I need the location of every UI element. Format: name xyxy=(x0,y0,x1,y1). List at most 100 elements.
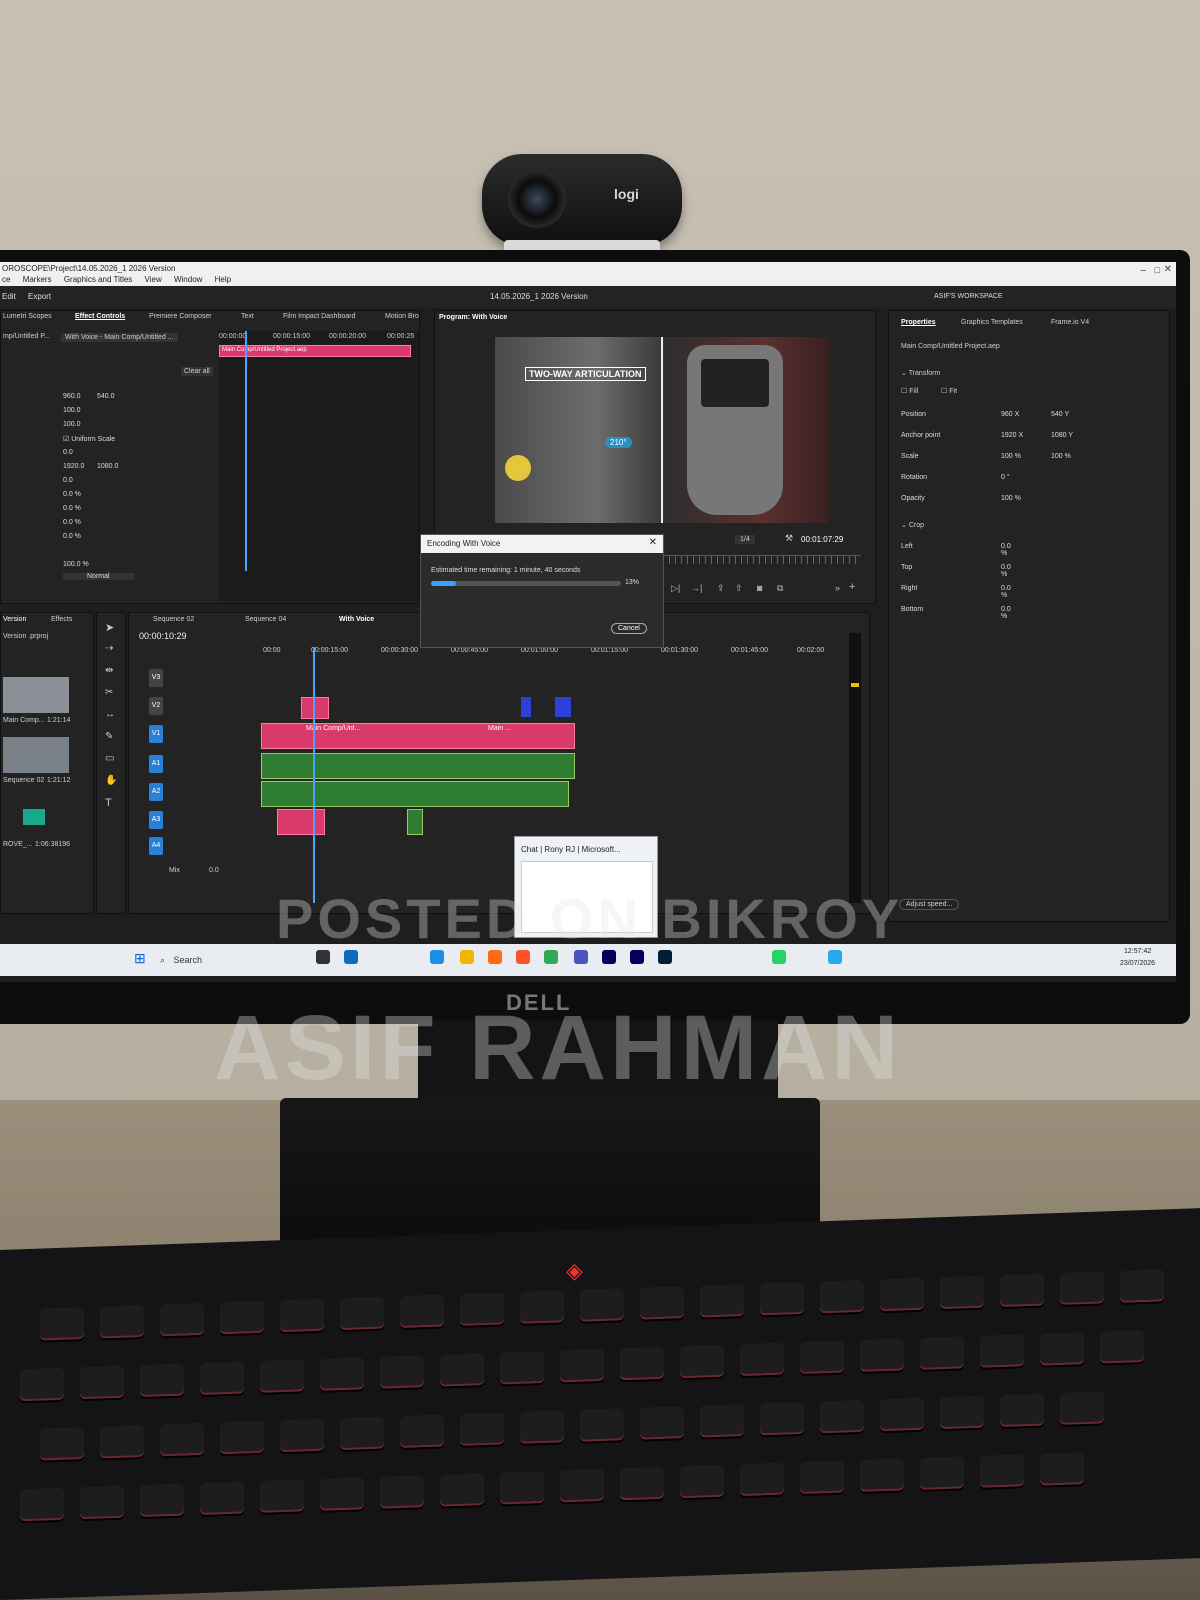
keyboard-key[interactable] xyxy=(580,1288,624,1322)
keyboard-key[interactable] xyxy=(340,1296,384,1331)
clip-a2[interactable] xyxy=(261,781,569,807)
tab-motion-bro[interactable]: Motion Bro xyxy=(385,313,419,320)
keyboard-key[interactable] xyxy=(500,1471,544,1505)
track-mix[interactable]: Mix xyxy=(169,867,180,874)
keyboard-key[interactable] xyxy=(200,1481,244,1516)
keyboard-key[interactable] xyxy=(880,1277,924,1312)
keyboard-key[interactable] xyxy=(820,1279,864,1314)
keyboard-key[interactable] xyxy=(860,1338,904,1372)
type-tool-icon[interactable]: T xyxy=(105,797,112,809)
clip-v2-2[interactable] xyxy=(521,697,531,717)
selection-tool-icon[interactable]: ➤ xyxy=(105,621,114,634)
keyboard-key[interactable] xyxy=(280,1418,324,1453)
project-thumb-1[interactable] xyxy=(3,677,69,713)
ec-clip-bar[interactable]: Main Comp/Untitled Project.aep xyxy=(219,345,411,357)
ec-value-pos-y[interactable]: 540.0 xyxy=(97,393,115,400)
keyboard-key[interactable] xyxy=(380,1475,424,1509)
keyboard-key[interactable] xyxy=(640,1406,684,1440)
keyboard-key[interactable] xyxy=(440,1473,484,1507)
keyboard-key[interactable] xyxy=(620,1466,664,1501)
add-button-icon[interactable]: + xyxy=(849,581,855,593)
tab-export[interactable]: Export xyxy=(28,292,51,301)
ripple-edit-icon[interactable]: ⇹ xyxy=(105,665,113,676)
row-value-1[interactable]: 100 % xyxy=(1001,495,1021,502)
project-item-3-name[interactable]: ROVE_... xyxy=(3,841,33,848)
workspace-label[interactable]: ASIF'S WORKSPACE xyxy=(934,293,1003,300)
keyboard-key[interactable] xyxy=(620,1346,664,1381)
keyboard-key[interactable] xyxy=(220,1300,264,1335)
ec-playhead[interactable] xyxy=(245,331,247,571)
sequence-clip[interactable]: With Voice - Main Comp/Untitled ... xyxy=(61,333,178,342)
keyboard-key[interactable] xyxy=(160,1302,204,1337)
keyboard-key[interactable] xyxy=(340,1416,384,1451)
keyboard-key[interactable] xyxy=(80,1365,124,1400)
track-a3[interactable]: A3 xyxy=(149,811,163,829)
after-effects-icon[interactable] xyxy=(630,950,644,964)
ec-value-anchor-x[interactable]: 1920.0 xyxy=(63,463,84,470)
keyboard-key[interactable] xyxy=(260,1359,304,1393)
track-a1[interactable]: A1 xyxy=(149,755,163,773)
keyboard-key[interactable] xyxy=(1100,1330,1144,1364)
widgets-icon[interactable] xyxy=(344,950,358,964)
keyboard-key[interactable] xyxy=(700,1284,744,1318)
timeline-playhead[interactable] xyxy=(313,647,315,903)
keyboard-key[interactable] xyxy=(680,1344,724,1379)
transform-section-toggle[interactable]: ⌄ Transform xyxy=(901,369,940,377)
clip-v2-1[interactable] xyxy=(301,697,329,719)
keyboard-key[interactable] xyxy=(280,1298,324,1333)
track-v3[interactable]: V3 xyxy=(149,669,163,687)
file-explorer-icon[interactable] xyxy=(460,950,474,964)
keyboard-key[interactable] xyxy=(140,1483,184,1518)
keyboard-key[interactable] xyxy=(920,1336,964,1370)
tab-effects[interactable]: Effects xyxy=(51,616,72,623)
menu-item-help[interactable]: Help xyxy=(215,275,231,284)
lift-icon[interactable]: ⇪ xyxy=(717,583,725,594)
ec-value-rotation[interactable]: 0.0 xyxy=(63,449,73,456)
keyboard-key[interactable] xyxy=(140,1363,184,1398)
photoshop-icon[interactable] xyxy=(658,950,672,964)
keyboard-key[interactable] xyxy=(100,1304,144,1339)
keyboard-key[interactable] xyxy=(1060,1271,1104,1305)
adjust-speed-button[interactable]: Adjust speed... xyxy=(899,899,960,910)
project-item-2-name[interactable]: Sequence 02 xyxy=(3,777,44,784)
close-icon[interactable]: ✕ xyxy=(1164,264,1172,275)
tab-film-impact[interactable]: Film Impact Dashboard xyxy=(283,313,355,320)
tab-graphics-templates[interactable]: Graphics Templates xyxy=(961,319,1023,326)
more-icon[interactable]: » xyxy=(835,583,840,593)
ec-value-opacity[interactable]: 100.0 % xyxy=(63,561,89,568)
project-item-1-name[interactable]: Main Comp... xyxy=(3,717,45,724)
clip-v2-3[interactable] xyxy=(555,697,571,717)
pen-tool-icon[interactable]: ✎ xyxy=(105,731,113,742)
telegram-icon[interactable] xyxy=(828,950,842,964)
rectangle-tool-icon[interactable]: ▭ xyxy=(105,753,114,764)
fill-option[interactable]: ☐ Fill xyxy=(901,387,918,395)
keyboard-key[interactable] xyxy=(920,1456,964,1490)
row-value-1[interactable]: 100 % xyxy=(1001,453,1021,460)
keyboard-key[interactable] xyxy=(220,1420,264,1455)
task-view-icon[interactable] xyxy=(316,950,330,964)
clip-a1[interactable] xyxy=(261,753,575,779)
keyboard-key[interactable] xyxy=(380,1355,424,1389)
tab-lumetri-scopes[interactable]: Lumetri Scopes xyxy=(3,313,52,320)
windows-start-icon[interactable]: ⊞ xyxy=(134,950,146,967)
menu-item-graphics[interactable]: Graphics and Titles xyxy=(64,275,132,284)
edge-icon[interactable] xyxy=(430,950,444,964)
keyboard-key[interactable] xyxy=(80,1485,124,1520)
row-value-2[interactable]: 540 Y xyxy=(1051,411,1069,418)
tab-frameio[interactable]: Frame.io V4 xyxy=(1051,319,1089,326)
keyboard-key[interactable] xyxy=(40,1427,84,1461)
menu-item-window[interactable]: Window xyxy=(174,275,202,284)
tab-edit[interactable]: Edit xyxy=(2,292,16,301)
tab-premiere-composer[interactable]: Premiere Composer xyxy=(149,313,212,320)
keyboard-key[interactable] xyxy=(400,1414,444,1449)
keyboard-key[interactable] xyxy=(1040,1332,1084,1366)
keyboard-key[interactable] xyxy=(460,1412,504,1446)
tab-version[interactable]: Version xyxy=(3,616,26,623)
keyboard-key[interactable] xyxy=(1000,1273,1044,1308)
taskbar-search[interactable]: ⌕ Search xyxy=(160,950,260,968)
row-value-1[interactable]: 0.0 % xyxy=(1001,543,1011,557)
ec-value-anchor-y[interactable]: 1080.0 xyxy=(97,463,118,470)
keyboard-key[interactable] xyxy=(520,1290,564,1324)
ec-value-crop-2[interactable]: 0.0 % xyxy=(63,505,81,512)
camera-icon[interactable]: ◙ xyxy=(757,583,762,593)
